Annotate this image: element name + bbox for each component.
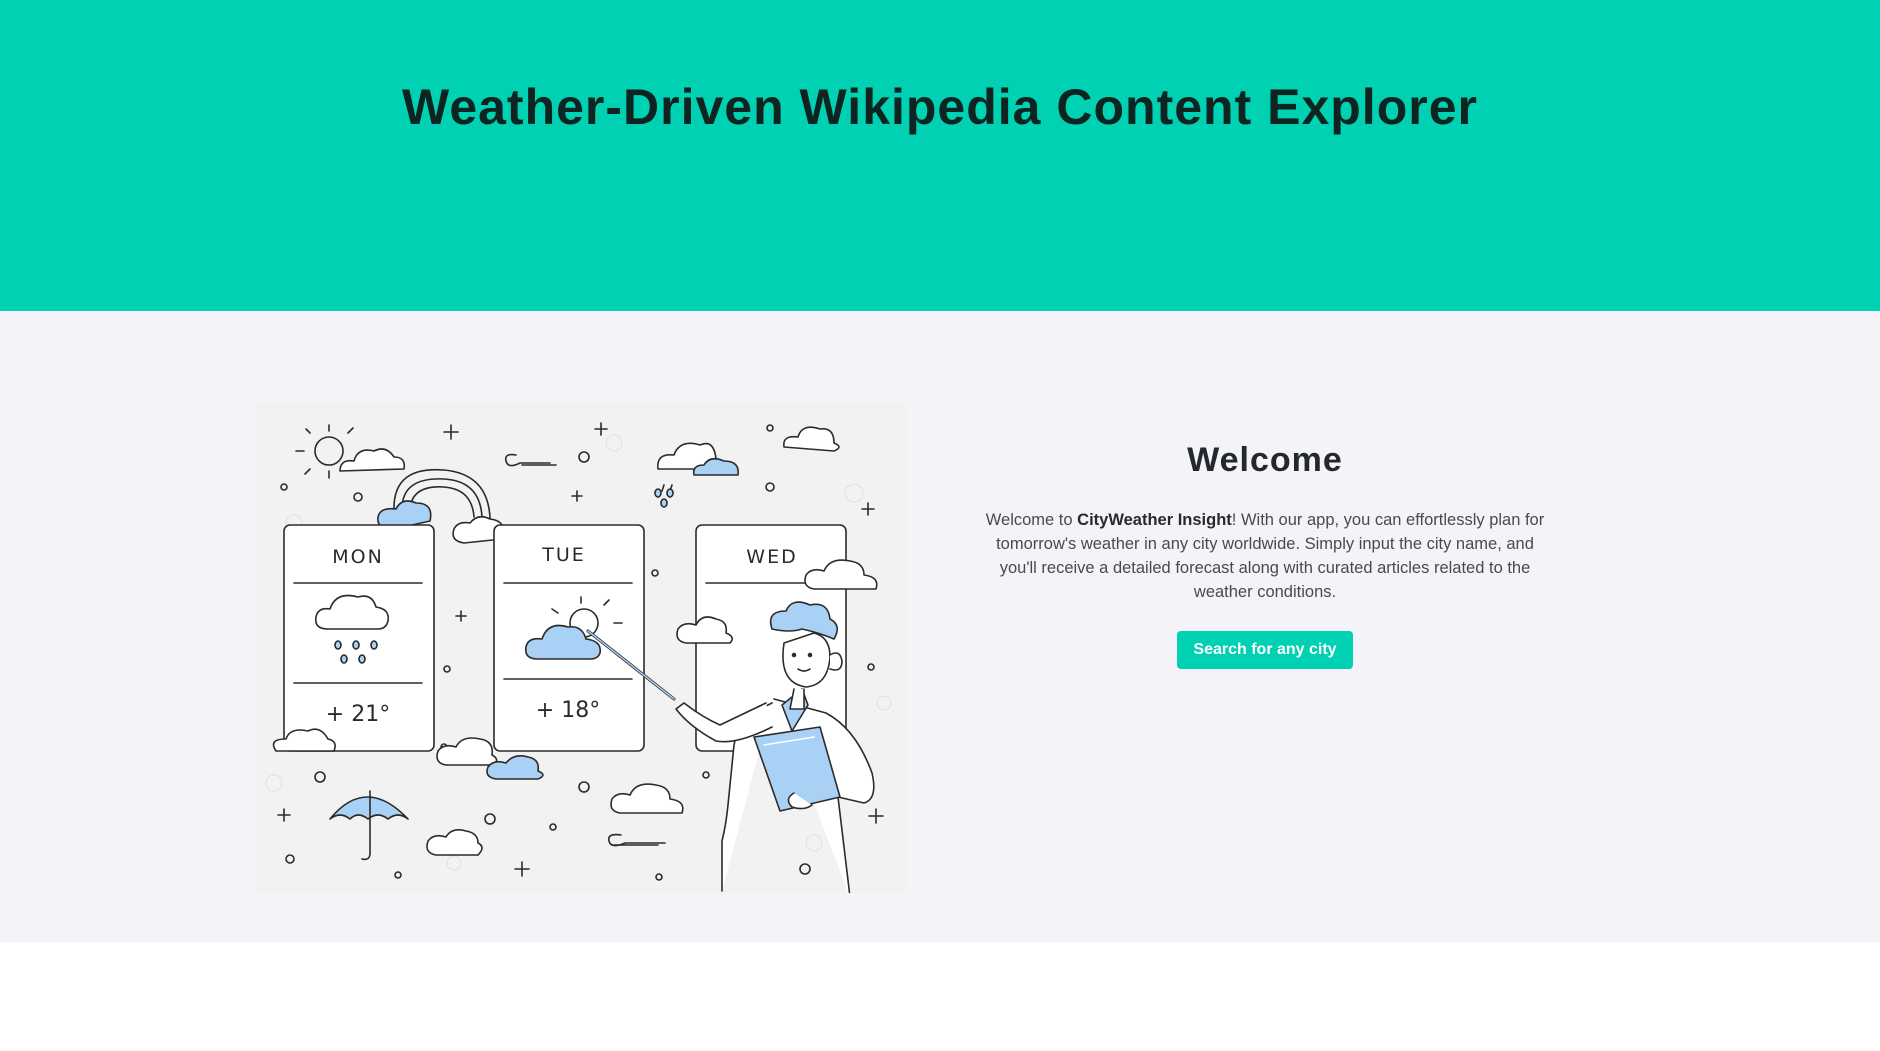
wednesday-label: WED: [746, 546, 797, 568]
tuesday-label: TUE: [541, 544, 586, 566]
tuesday-temp: + 18°: [536, 698, 600, 723]
site-header: Weather-Driven Wikipedia Content Explore…: [0, 0, 1880, 311]
welcome-heading: Welcome: [1187, 441, 1343, 479]
hero-section: MON + 21° TUE + 18° WED Welcome Welcome …: [0, 311, 1880, 942]
search-city-button[interactable]: Search for any city: [1177, 631, 1353, 669]
brand-name: CityWeather Insight: [1077, 511, 1232, 529]
page-title: Weather-Driven Wikipedia Content Explore…: [402, 79, 1478, 135]
intro-before: Welcome to: [985, 511, 1078, 529]
monday-card: MON + 21°: [283, 524, 435, 752]
monday-label: MON: [332, 546, 384, 568]
welcome-panel: Welcome Welcome to CityWeather Insight! …: [970, 441, 1560, 669]
weather-forecast-illustration: MON + 21° TUE + 18° WED: [254, 403, 908, 893]
tuesday-card: TUE + 18°: [493, 524, 645, 752]
page-footer-space: [0, 942, 1880, 1051]
umbrella-icon: [329, 790, 409, 861]
monday-temp: + 21°: [326, 702, 390, 727]
welcome-description: Welcome to CityWeather Insight! With our…: [980, 508, 1550, 604]
